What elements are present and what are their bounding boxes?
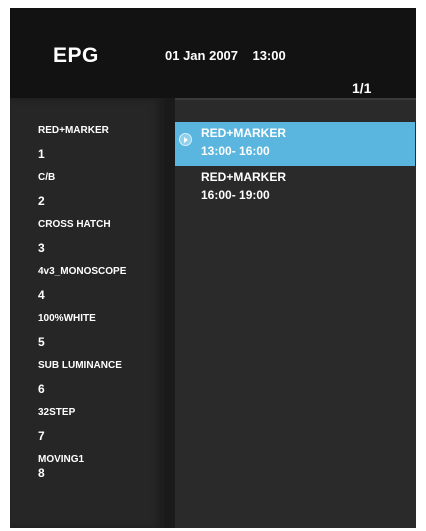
play-circle-icon: [179, 133, 192, 146]
page-indicator: 1/1: [352, 80, 372, 96]
program-time: 13:00- 16:00: [201, 144, 270, 158]
channel-name: SUB LUMINANCE: [38, 360, 122, 371]
channel-name: C/B: [38, 172, 56, 183]
channel-number: 7: [38, 429, 45, 443]
channel-name: 32STEP: [38, 407, 76, 418]
program-title: RED+MARKER: [201, 126, 287, 140]
channel-name: 4v3_MONOSCOPE: [38, 266, 127, 277]
program-title: RED+MARKER: [201, 170, 287, 184]
channel-item[interactable]: RED+MARKER 1: [38, 125, 126, 172]
channel-number: 1: [38, 147, 45, 161]
channel-item[interactable]: 100%WHITE 5: [38, 313, 126, 360]
channel-name: MOVING1: [38, 454, 85, 465]
panel-divider: [164, 98, 175, 528]
channel-name: RED+MARKER: [38, 125, 109, 136]
page-title: EPG: [53, 44, 99, 67]
channel-number: 4: [38, 288, 45, 302]
channel-name: 100%WHITE: [38, 313, 96, 324]
program-list: RED+MARKER 13:00- 16:00 RED+MARKER 16:00…: [175, 122, 416, 210]
channel-number: 2: [38, 194, 45, 208]
channel-number: 8: [38, 466, 45, 480]
channel-list-panel: RED+MARKER 1 C/B 2 CROSS HATCH 3 4v3_MON…: [10, 98, 164, 528]
channel-number: 6: [38, 382, 45, 396]
channel-number: 3: [38, 241, 45, 255]
channel-item[interactable]: 32STEP 7: [38, 407, 126, 454]
channel-item[interactable]: SUB LUMINANCE 6: [38, 360, 126, 407]
channel-item[interactable]: CROSS HATCH 3: [38, 219, 126, 266]
channel-item[interactable]: 4v3_MONOSCOPE 4: [38, 266, 126, 313]
channel-item[interactable]: MOVING1 8: [38, 454, 126, 501]
epg-screen: EPG 01 Jan 2007 13:00 1/1 RED+MARKER 1 C…: [10, 8, 416, 528]
current-datetime: 01 Jan 2007 13:00: [165, 48, 286, 63]
epg-header: EPG 01 Jan 2007 13:00 1/1: [10, 8, 416, 98]
channel-item[interactable]: C/B 2: [38, 172, 126, 219]
channel-number: 5: [38, 335, 45, 349]
current-time: 13:00: [252, 48, 286, 63]
current-date: 01 Jan 2007: [165, 48, 239, 63]
channel-name: CROSS HATCH: [38, 219, 111, 230]
program-item-selected[interactable]: RED+MARKER 13:00- 16:00: [175, 122, 415, 166]
program-time: 16:00- 19:00: [201, 188, 270, 202]
program-item[interactable]: RED+MARKER 16:00- 19:00: [175, 166, 416, 210]
program-list-panel: RED+MARKER 13:00- 16:00 RED+MARKER 16:00…: [175, 98, 416, 528]
channel-list: RED+MARKER 1 C/B 2 CROSS HATCH 3 4v3_MON…: [38, 125, 126, 501]
